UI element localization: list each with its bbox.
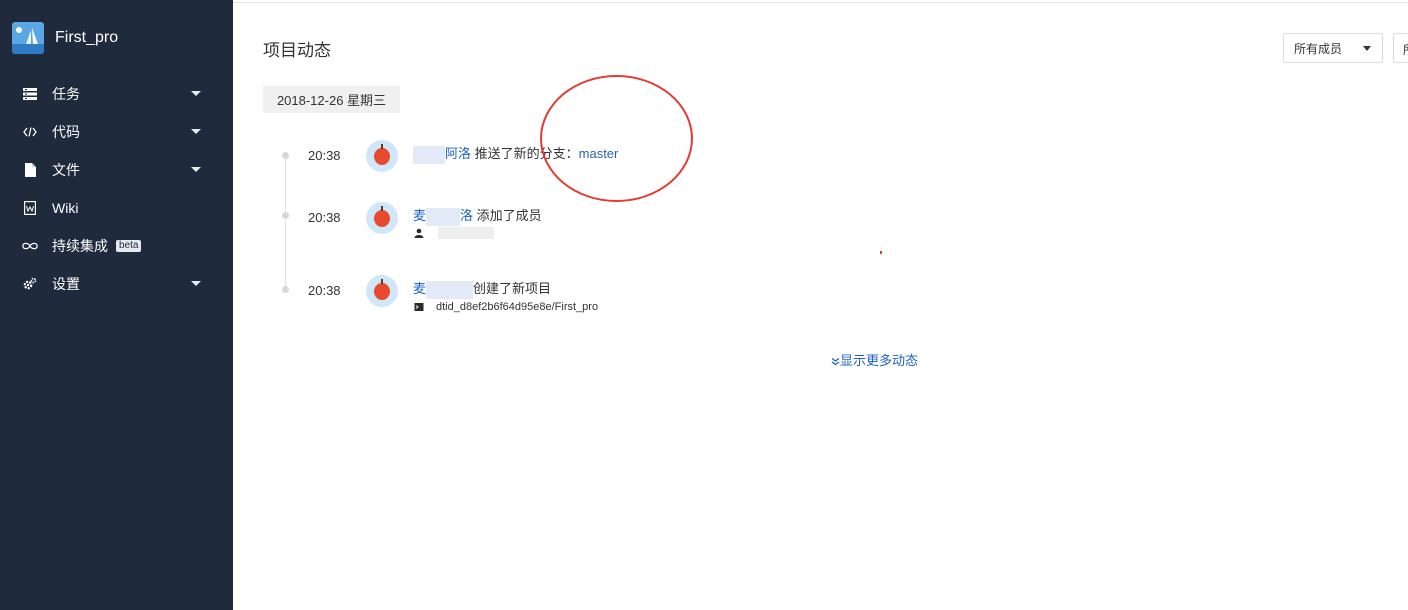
project-header[interactable]: First_pro bbox=[12, 22, 118, 54]
repo-icon bbox=[414, 303, 424, 311]
activity-user-link[interactable]: 麦 bbox=[413, 281, 426, 296]
file-icon bbox=[22, 162, 38, 178]
project-logo-icon bbox=[12, 22, 44, 54]
sidebar-item-tasks[interactable]: 任务 bbox=[0, 75, 233, 113]
chevron-down-icon bbox=[1363, 46, 1371, 51]
sidebar-item-label: 设置 bbox=[52, 276, 80, 292]
apple-avatar-icon bbox=[374, 143, 390, 165]
sidebar-item-files[interactable]: 文件 bbox=[0, 151, 233, 189]
apple-avatar-icon bbox=[374, 278, 390, 300]
blurred-username bbox=[413, 145, 445, 164]
timeline-dot bbox=[282, 152, 289, 159]
task-list-icon bbox=[22, 86, 38, 102]
date-header: 2018-12-26 星期三 bbox=[263, 86, 400, 113]
avatar[interactable] bbox=[366, 275, 398, 307]
sidebar-nav: 任务 代码 文件 Wiki 持续集成 beta 设置 bbox=[0, 75, 233, 303]
show-more-label: 显示更多动态 bbox=[840, 353, 919, 368]
red-circle-annotation bbox=[540, 75, 693, 202]
page-title: 项目动态 bbox=[263, 41, 331, 60]
apple-avatar-icon bbox=[374, 205, 390, 227]
activity-sub-member bbox=[414, 227, 494, 239]
show-more-link[interactable]: 显示更多动态 bbox=[831, 350, 918, 369]
timeline-line bbox=[285, 155, 286, 290]
sidebar-item-label: 任务 bbox=[52, 86, 80, 102]
project-name: First_pro bbox=[55, 29, 119, 46]
sidebar: First_pro 任务 代码 文件 Wiki 持续集成 beta 设置 bbox=[0, 0, 233, 610]
double-chevron-down-icon bbox=[831, 357, 840, 366]
avatar[interactable] bbox=[366, 202, 398, 234]
activity-user-link[interactable]: 麦 bbox=[413, 208, 426, 223]
activity-action: 添加了成员 bbox=[473, 208, 542, 223]
blurred-username bbox=[426, 280, 474, 299]
avatar[interactable] bbox=[366, 140, 398, 172]
member-filter-dropdown[interactable]: 所有成员 bbox=[1283, 33, 1383, 63]
blurred-member-name bbox=[438, 227, 494, 239]
sidebar-item-label: 持续集成 bbox=[52, 238, 108, 254]
activity-user-link-tail[interactable]: 洛 bbox=[460, 208, 473, 223]
activity-item: 麦 创建了新项目 bbox=[413, 278, 551, 299]
wiki-icon bbox=[22, 200, 38, 216]
sidebar-item-label: 文件 bbox=[52, 162, 80, 178]
repo-path-link[interactable]: dtid_d8ef2b6f64d95e8e/First_pro bbox=[436, 301, 598, 313]
user-icon bbox=[414, 228, 424, 238]
chevron-down-icon bbox=[191, 91, 201, 96]
chevron-down-icon bbox=[191, 129, 201, 134]
sidebar-item-label: Wiki bbox=[52, 200, 79, 216]
chevron-down-icon bbox=[191, 281, 201, 286]
secondary-filter-label: 所 bbox=[1403, 43, 1408, 57]
sidebar-item-settings[interactable]: 设置 bbox=[0, 265, 233, 303]
activity-time: 20:38 bbox=[308, 148, 341, 163]
member-filter-label: 所有成员 bbox=[1294, 41, 1343, 56]
top-divider bbox=[233, 0, 1408, 3]
red-mark bbox=[880, 251, 882, 254]
activity-item: 麦 洛 添加了成员 bbox=[413, 205, 542, 226]
timeline-dot bbox=[282, 212, 289, 219]
activity-sub-repo: dtid_d8ef2b6f64d95e8e/First_pro bbox=[414, 301, 598, 313]
sidebar-item-label: 代码 bbox=[52, 124, 80, 140]
sidebar-item-ci[interactable]: 持续集成 beta bbox=[0, 227, 233, 265]
activity-user-link[interactable]: 阿洛 bbox=[445, 146, 471, 161]
gear-icon bbox=[22, 276, 38, 292]
secondary-filter-dropdown[interactable]: 所 bbox=[1393, 33, 1408, 63]
timeline-dot bbox=[282, 286, 289, 293]
activity-action: 创建了新项目 bbox=[473, 281, 552, 296]
code-icon bbox=[22, 124, 38, 140]
infinity-icon bbox=[22, 238, 38, 254]
sidebar-item-code[interactable]: 代码 bbox=[0, 113, 233, 151]
beta-badge: beta bbox=[116, 240, 142, 252]
activity-time: 20:38 bbox=[308, 210, 341, 225]
activity-time: 20:38 bbox=[308, 283, 341, 298]
blurred-username bbox=[426, 207, 461, 226]
sidebar-item-wiki[interactable]: Wiki bbox=[0, 189, 233, 227]
chevron-down-icon bbox=[191, 167, 201, 172]
